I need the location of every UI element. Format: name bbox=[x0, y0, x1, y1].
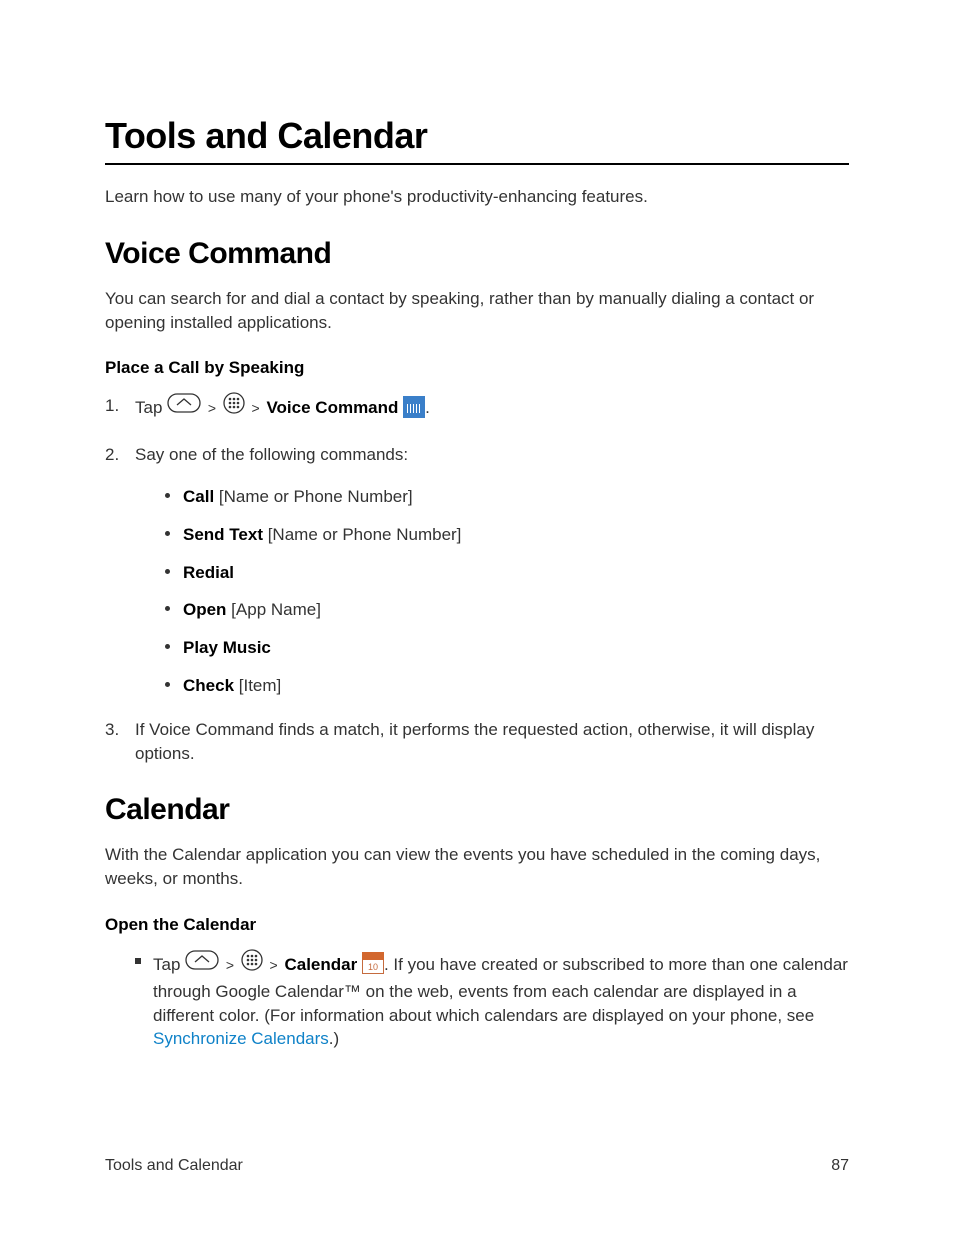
open-calendar-heading: Open the Calendar bbox=[105, 915, 849, 935]
page-number: 87 bbox=[831, 1157, 849, 1175]
calendar-steps: Tap > > Calendar . If you have created o… bbox=[105, 951, 849, 1051]
voice-steps-list: Tap > > Voice Command . Say one of the f… bbox=[105, 394, 849, 765]
voice-step-1: Tap > > Voice Command . bbox=[105, 394, 849, 423]
command-item: Send Text [Name or Phone Number] bbox=[165, 523, 849, 547]
command-item: Redial bbox=[165, 561, 849, 585]
voice-command-icon bbox=[403, 396, 425, 418]
voice-command-intro: You can search for and dial a contact by… bbox=[105, 287, 849, 335]
calendar-label: Calendar bbox=[284, 955, 357, 974]
tap-label: Tap bbox=[153, 955, 180, 974]
page-footer: Tools and Calendar 87 bbox=[105, 1157, 849, 1175]
calendar-icon bbox=[362, 952, 384, 974]
command-item: Call [Name or Phone Number] bbox=[165, 485, 849, 509]
tap-label: Tap bbox=[135, 398, 162, 417]
home-icon bbox=[167, 393, 201, 420]
commands-list: Call [Name or Phone Number] Send Text [N… bbox=[135, 485, 849, 698]
breadcrumb-separator: > bbox=[252, 400, 260, 416]
breadcrumb-separator: > bbox=[208, 400, 216, 416]
calendar-heading: Calendar bbox=[105, 793, 849, 827]
voice-step-3: If Voice Command finds a match, it perfo… bbox=[105, 718, 849, 766]
voice-step-2: Say one of the following commands: Call … bbox=[105, 443, 849, 698]
calendar-intro: With the Calendar application you can vi… bbox=[105, 843, 849, 891]
apps-icon bbox=[223, 392, 245, 421]
page-title: Tools and Calendar bbox=[105, 115, 849, 165]
footer-section: Tools and Calendar bbox=[105, 1157, 243, 1175]
place-call-heading: Place a Call by Speaking bbox=[105, 358, 849, 378]
apps-icon bbox=[241, 949, 263, 978]
voice-command-label: Voice Command bbox=[266, 398, 398, 417]
breadcrumb-separator: > bbox=[226, 957, 234, 973]
calendar-step: Tap > > Calendar . If you have created o… bbox=[135, 951, 849, 1051]
breadcrumb-separator: > bbox=[270, 957, 278, 973]
voice-command-heading: Voice Command bbox=[105, 237, 849, 271]
intro-text: Learn how to use many of your phone's pr… bbox=[105, 185, 849, 209]
home-icon bbox=[185, 950, 219, 977]
synchronize-calendars-link[interactable]: Synchronize Calendars bbox=[153, 1029, 329, 1048]
calendar-after-link: .) bbox=[329, 1029, 339, 1048]
command-item: Check [Item] bbox=[165, 674, 849, 698]
command-item: Open [App Name] bbox=[165, 598, 849, 622]
command-item: Play Music bbox=[165, 636, 849, 660]
step2-text: Say one of the following commands: bbox=[135, 445, 408, 464]
